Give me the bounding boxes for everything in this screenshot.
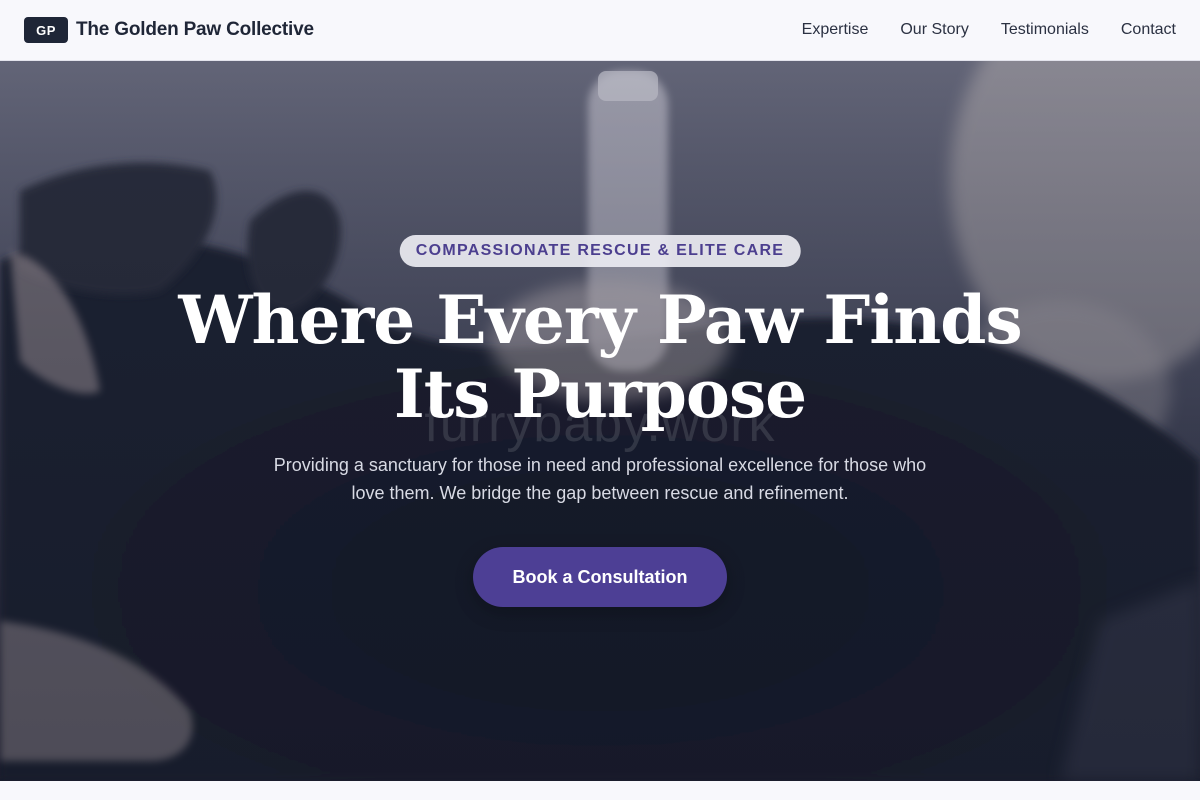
eyebrow-badge: COMPASSIONATE RESCUE & ELITE CARE bbox=[399, 235, 801, 267]
nav-link-expertise[interactable]: Expertise bbox=[802, 21, 869, 39]
logo-badge[interactable]: GP bbox=[24, 17, 68, 43]
hero-section: COMPASSIONATE RESCUE & ELITE CARE Where … bbox=[0, 61, 1200, 781]
eyebrow-text: COMPASSIONATE RESCUE & ELITE CARE bbox=[415, 242, 785, 259]
nav-link-testimonials[interactable]: Testimonials bbox=[1001, 21, 1089, 39]
nav-link-contact[interactable]: Contact bbox=[1121, 21, 1176, 39]
brand-name[interactable]: The Golden Paw Collective bbox=[76, 19, 314, 41]
hero-content: COMPASSIONATE RESCUE & ELITE CARE Where … bbox=[0, 61, 1200, 781]
main-nav: Expertise Our Story Testimonials Contact bbox=[802, 21, 1176, 39]
hero-subtitle: Providing a sanctuary for those in need … bbox=[273, 455, 927, 503]
hero-title-line-2: Its Purpose bbox=[393, 355, 807, 433]
hero-title-line-1: Where Every Paw Finds bbox=[178, 281, 1022, 359]
hero-title: Where Every Paw Finds Its Purpose bbox=[0, 283, 1200, 431]
site-header: GP The Golden Paw Collective Expertise O… bbox=[0, 0, 1200, 61]
book-consultation-button[interactable]: Book a Consultation bbox=[473, 547, 727, 607]
nav-link-our-story[interactable]: Our Story bbox=[900, 21, 968, 39]
